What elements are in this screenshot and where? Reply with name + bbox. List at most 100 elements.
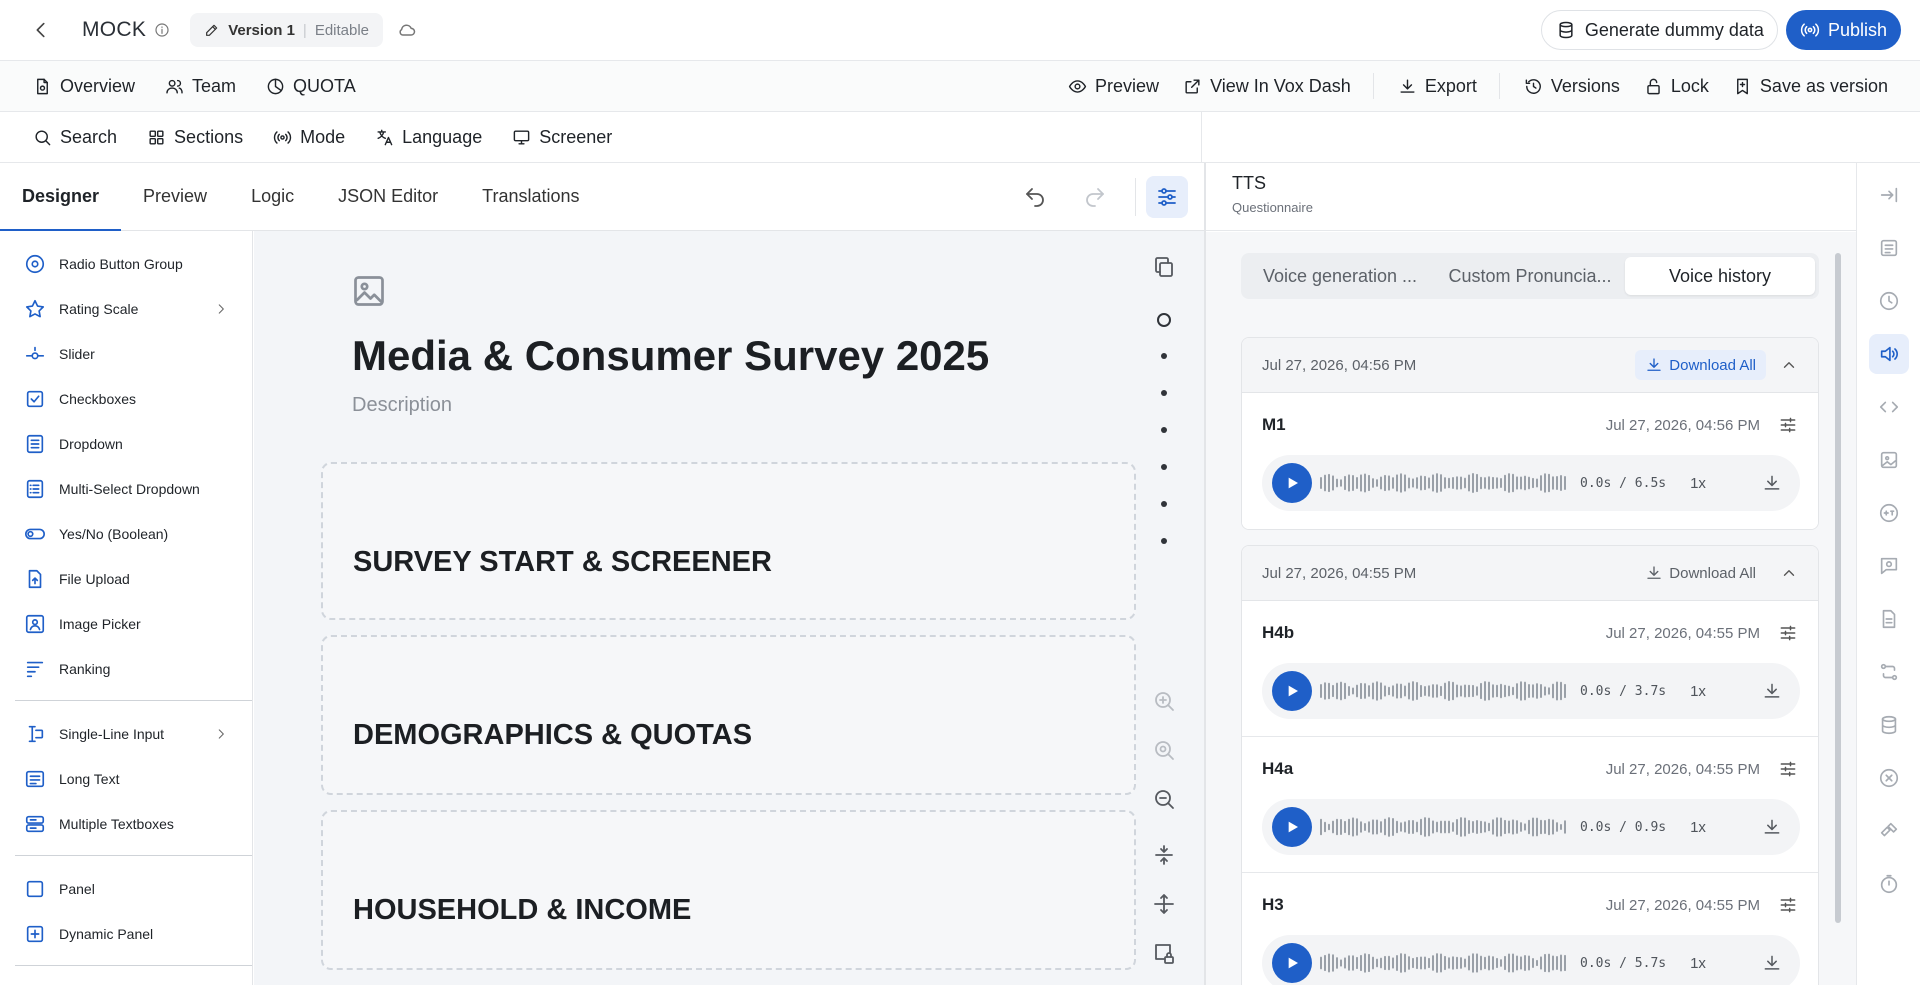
tab-logic[interactable]: Logic [229,163,316,231]
zoom-in-icon[interactable] [1152,689,1176,713]
scrollbar[interactable] [1835,253,1841,923]
sections-button[interactable]: Sections [147,127,243,148]
toolbox-item-yes-no-boolean[interactable]: Yes/No (Boolean) [0,511,252,556]
info-icon[interactable] [154,22,170,38]
zoom-reset-icon[interactable] [1152,738,1176,762]
rail-questions-button[interactable] [1869,228,1909,268]
settings-button[interactable] [1146,175,1188,218]
quota-button[interactable]: QUOTA [266,76,356,97]
redo-icon[interactable] [1083,185,1107,209]
download-icon[interactable] [1762,681,1782,701]
tab-voice-generation[interactable]: Voice generation ... [1245,257,1435,295]
sliders-icon[interactable] [1778,415,1798,435]
team-button[interactable]: Team [165,76,236,97]
survey-title[interactable]: Media & Consumer Survey 2025 [352,332,989,380]
search-button[interactable]: Search [33,127,117,148]
rail-translate-button[interactable] [1869,493,1909,533]
generate-dummy-data-button[interactable]: Generate dummy data [1540,10,1778,50]
survey-description[interactable]: Description [352,394,452,417]
rail-history-button[interactable] [1869,281,1909,321]
rail-tools-button[interactable] [1869,811,1909,851]
waveform[interactable] [1320,471,1570,495]
rail-close-button[interactable] [1869,758,1909,798]
toolbox-item-ranking[interactable]: Ranking [0,646,252,691]
preview-button[interactable]: Preview [1068,76,1159,97]
toolbox-item-panel[interactable]: Panel [0,866,252,911]
page-card[interactable]: DEMOGRAPHICS & QUOTAS [321,635,1136,795]
download-all-button[interactable]: Download All [1635,350,1766,380]
version-pill[interactable]: Version 1 | Editable [190,13,384,47]
mode-button[interactable]: Mode [273,127,345,148]
tab-custom-pronunciation[interactable]: Custom Pronuncia... [1435,257,1625,295]
toolbox-item-rating-scale[interactable]: Rating Scale [0,286,252,331]
lock-page-icon[interactable] [1152,941,1176,965]
language-button[interactable]: Language [375,127,482,148]
sliders-icon[interactable] [1778,759,1798,779]
play-button[interactable] [1272,671,1312,711]
toolbox-item-dynamic-panel[interactable]: Dynamic Panel [0,911,252,956]
overview-button[interactable]: Overview [33,76,135,97]
chevron-up-icon[interactable] [1780,564,1798,582]
collapse-all-icon[interactable] [1152,843,1176,867]
expand-all-icon[interactable] [1152,892,1176,916]
screener-button[interactable]: Screener [512,127,612,148]
playback-speed[interactable]: 1x [1690,819,1706,836]
toolbox-item-long-text[interactable]: Long Text [0,756,252,801]
copy-icon[interactable] [1152,255,1176,279]
undo-icon[interactable] [1023,185,1047,209]
rail-tts-button[interactable] [1869,334,1909,374]
rail-database-button[interactable] [1869,705,1909,745]
chevron-right-icon[interactable] [214,302,228,316]
rail-timer-button[interactable] [1869,864,1909,904]
playback-speed[interactable]: 1x [1690,683,1706,700]
toolbox-item-radio-button-group[interactable]: Radio Button Group [0,241,252,286]
toolbox-item-file-upload[interactable]: File Upload [0,556,252,601]
toolbox-item-multiple-textboxes[interactable]: Multiple Textboxes [0,801,252,846]
tab-voice-history[interactable]: Voice history [1625,257,1815,295]
toolbox-item-slider[interactable]: Slider [0,331,252,376]
versions-button[interactable]: Versions [1524,76,1620,97]
sliders-icon[interactable] [1778,623,1798,643]
back-arrow-icon[interactable] [30,19,52,41]
download-icon[interactable] [1762,473,1782,493]
collapse-panel-button[interactable] [1869,175,1909,215]
zoom-out-icon[interactable] [1152,787,1176,811]
rail-code-button[interactable] [1869,387,1909,427]
waveform[interactable] [1320,679,1570,703]
view-in-vox-dash-button[interactable]: View In Vox Dash [1183,76,1351,97]
waveform[interactable] [1320,951,1570,975]
page-nav-dot[interactable] [1161,501,1167,507]
play-button[interactable] [1272,807,1312,847]
chevron-up-icon[interactable] [1780,356,1798,374]
publish-button[interactable]: Publish [1785,10,1901,50]
rail-document-button[interactable] [1869,599,1909,639]
download-icon[interactable] [1762,953,1782,973]
toolbox-item-image-picker[interactable]: Image Picker [0,601,252,646]
image-placeholder-icon[interactable] [351,273,387,309]
page-nav-dot[interactable] [1161,353,1167,359]
toolbox-item-dropdown[interactable]: Dropdown [0,421,252,466]
page-nav-dot[interactable] [1161,464,1167,470]
page-card[interactable]: HOUSEHOLD & INCOME [321,810,1136,970]
rail-media-button[interactable] [1869,440,1909,480]
tab-json-editor[interactable]: JSON Editor [316,163,460,231]
playback-speed[interactable]: 1x [1690,475,1706,492]
chevron-right-icon[interactable] [214,727,228,741]
tab-translations[interactable]: Translations [460,163,601,231]
page-nav-dot[interactable] [1161,390,1167,396]
save-as-version-button[interactable]: Save as version [1733,76,1888,97]
page-nav-dot[interactable] [1161,427,1167,433]
playback-speed[interactable]: 1x [1690,955,1706,972]
page-card[interactable]: SURVEY START & SCREENER [321,462,1136,620]
toolbox-item-multi-select-dropdown[interactable]: Multi-Select Dropdown [0,466,252,511]
rail-settings-button[interactable] [1869,546,1909,586]
tab-preview[interactable]: Preview [121,163,229,231]
page-nav-dot[interactable] [1161,538,1167,544]
toolbox-item-single-line-input[interactable]: Single-Line Input [0,711,252,756]
toolbox-item-checkboxes[interactable]: Checkboxes [0,376,252,421]
waveform[interactable] [1320,815,1570,839]
tab-designer[interactable]: Designer [0,163,122,232]
download-all-button[interactable]: Download All [1635,558,1766,588]
rail-flow-button[interactable] [1869,652,1909,692]
play-button[interactable] [1272,943,1312,983]
